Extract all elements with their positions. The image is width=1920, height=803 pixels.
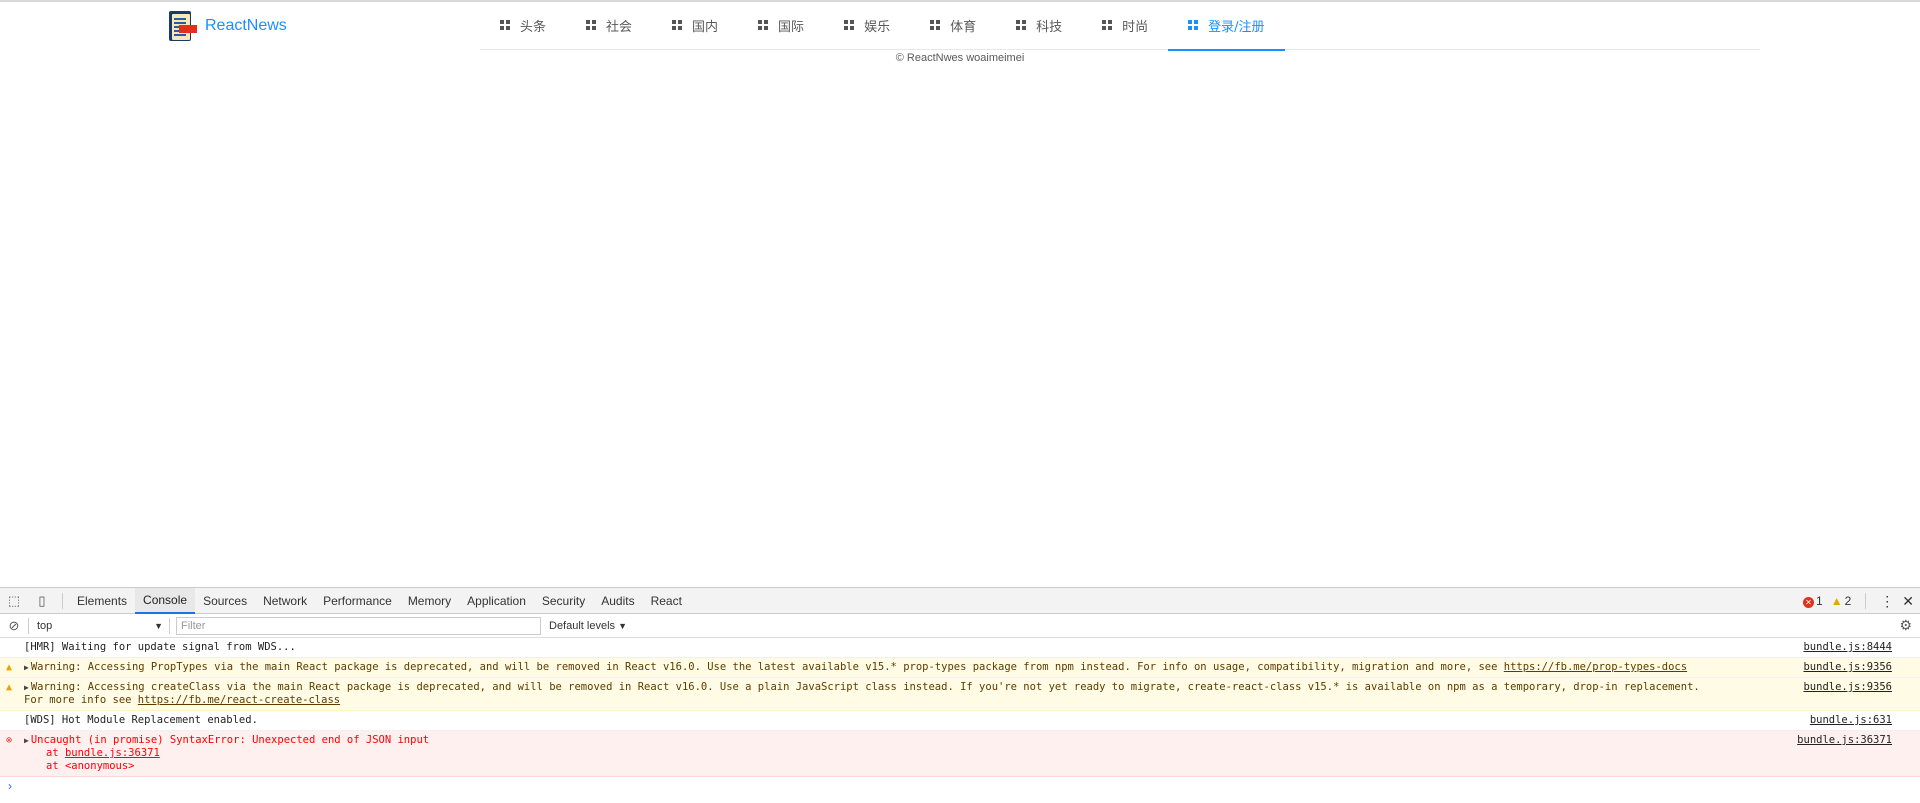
source-link[interactable]: bundle.js:9356 [1803,681,1892,694]
appstore-icon [1102,20,1113,30]
devtools-tab-audits[interactable]: Audits [593,588,642,614]
chevron-down-icon: ▼ [154,620,163,631]
nav-item-label: 时尚 [1122,19,1149,35]
devtools-tabbar: ⬚ ▯ Elements Console Sources Network Perform… [0,587,1920,614]
devtools-tab-performance[interactable]: Performance [315,588,400,614]
console-link[interactable]: https://fb.me/prop-types-docs [1504,661,1687,673]
nav-item-2[interactable]: 国内 [652,0,738,50]
log-levels-dropdown[interactable]: Default levels ▼ [549,620,627,632]
expand-triangle-icon[interactable]: ▶ [24,663,29,672]
context-selector-value: top [37,619,53,632]
console-toolbar: ⊘ top ▼ Filter Default levels ▼ ⚙ [0,614,1920,638]
console-message-text: For more info see [24,694,138,706]
devtools-panel: ⬚ ▯ Elements Console Sources Network Perform… [0,587,1920,803]
source-link[interactable]: bundle.js:9356 [1803,661,1892,674]
warning-icon: ▲ [6,662,13,673]
nav-item-8[interactable]: 登录/注册 [1168,0,1285,51]
nav-item-label: 体育 [950,19,977,35]
devtools-tab-security[interactable]: Security [534,588,593,614]
main-nav: 头条 社会 国内 国际 娱乐 体育 科技 时尚 登录/注册 [480,0,1760,51]
devtools-tab-sources[interactable]: Sources [195,588,255,614]
filter-input[interactable]: Filter [176,616,541,635]
nav-item-3[interactable]: 国际 [738,0,824,50]
console-message-text: [WDS] Hot Module Replacement enabled. [24,714,258,726]
toolbar-divider [62,592,63,609]
expand-triangle-icon[interactable]: ▶ [24,736,29,745]
toolbar-divider [1865,593,1867,609]
error-icon: ⊗ [6,735,13,746]
filter-placeholder: Filter [181,619,206,632]
console-message: ▲ ▶ Warning: Accessing createClass via the… [0,678,1920,711]
nav-item-label: 头条 [520,19,547,35]
source-link[interactable]: bundle.js:8444 [1803,641,1892,654]
console-message: [HMR] Waiting for update signal from WDS… [0,638,1920,658]
nav-item-5[interactable]: 体育 [910,0,996,50]
appstore-icon [1016,20,1027,30]
devtools-tab-elements[interactable]: Elements [69,588,135,614]
appstore-icon [586,20,597,30]
context-selector[interactable]: top ▼ [29,617,169,635]
console-link[interactable]: https://fb.me/react-create-class [138,694,340,706]
logo[interactable]: ReactNews [165,8,287,44]
chevron-down-icon: ▼ [618,620,628,631]
nav-item-label: 国内 [692,19,719,35]
stack-frame-link[interactable]: bundle.js:36371 [65,747,160,759]
console-settings-gear-icon[interactable]: ⚙ [1899,617,1912,634]
appstore-icon [930,20,941,30]
clear-console-icon[interactable]: ⊘ [0,613,28,639]
devtools-tab-memory[interactable]: Memory [400,588,459,614]
nav-item-label: 娱乐 [864,19,891,35]
more-options-icon[interactable]: ⋮ [1880,593,1894,610]
nav-item-4[interactable]: 娱乐 [824,0,910,50]
devtools-tab-console[interactable]: Console [135,587,196,614]
console-message: ▲ ▶ Warning: Accessing PropTypes via the m… [0,658,1920,678]
nav-item-7[interactable]: 时尚 [1082,0,1168,50]
error-icon: ✕ [1803,597,1814,608]
warning-count-badge[interactable]: ▲ 2 [1831,594,1852,608]
logo-text: ReactNews [205,17,287,34]
nav-item-6[interactable]: 科技 [996,0,1082,50]
source-link[interactable]: bundle.js:631 [1810,714,1892,727]
stack-frame-prefix: at [46,747,65,759]
console-output: [HMR] Waiting for update signal from WDS… [0,638,1920,777]
toolbar-divider [169,617,170,634]
error-count-badge[interactable]: ✕ 1 [1803,594,1823,608]
warning-icon: ▲ [1830,594,1843,608]
device-toolbar-icon[interactable]: ▯ [28,588,56,614]
console-message: [WDS] Hot Module Replacement enabled. bun… [0,711,1920,731]
console-message-text: Warning: Accessing createClass via the m… [30,681,1700,693]
appstore-icon [758,20,769,30]
nav-item-label: 社会 [606,19,633,35]
appstore-icon [672,20,683,30]
appstore-icon [500,20,510,30]
console-message-text: Warning: Accessing PropTypes via the mai… [30,661,1504,673]
footer: © ReactNwes woaimeimei [0,52,1920,64]
close-icon[interactable]: ✕ [1902,593,1914,610]
logo-icon [165,9,199,43]
console-prompt[interactable]: › [0,777,1920,795]
footer-text: © ReactNwes woaimeimei [895,52,1025,64]
nav-item-label: 登录/注册 [1208,19,1265,35]
nav-item-label: 国际 [778,19,805,35]
appstore-icon [1188,20,1199,30]
appstore-icon [844,20,855,30]
inspect-element-icon[interactable]: ⬚ [0,588,28,614]
warning-icon: ▲ [6,682,13,693]
nav-item-0[interactable]: 头条 [480,0,566,50]
console-message-text: Uncaught (in promise) SyntaxError: Unexp… [30,734,430,746]
console-message: ⊗ ▶ Uncaught (in promise) SyntaxError: Une… [0,731,1920,777]
log-levels-label: Default levels [549,619,616,632]
expand-triangle-icon[interactable]: ▶ [24,683,29,692]
devtools-tab-react[interactable]: React [643,588,690,614]
source-link[interactable]: bundle.js:36371 [1797,734,1892,747]
devtools-tab-network[interactable]: Network [255,588,315,614]
stack-frame: at <anonymous> [46,760,135,772]
nav-item-label: 科技 [1036,19,1063,35]
nav-item-1[interactable]: 社会 [566,0,652,50]
console-message-text: [HMR] Waiting for update signal from WDS… [24,641,296,653]
devtools-tab-application[interactable]: Application [459,588,534,614]
